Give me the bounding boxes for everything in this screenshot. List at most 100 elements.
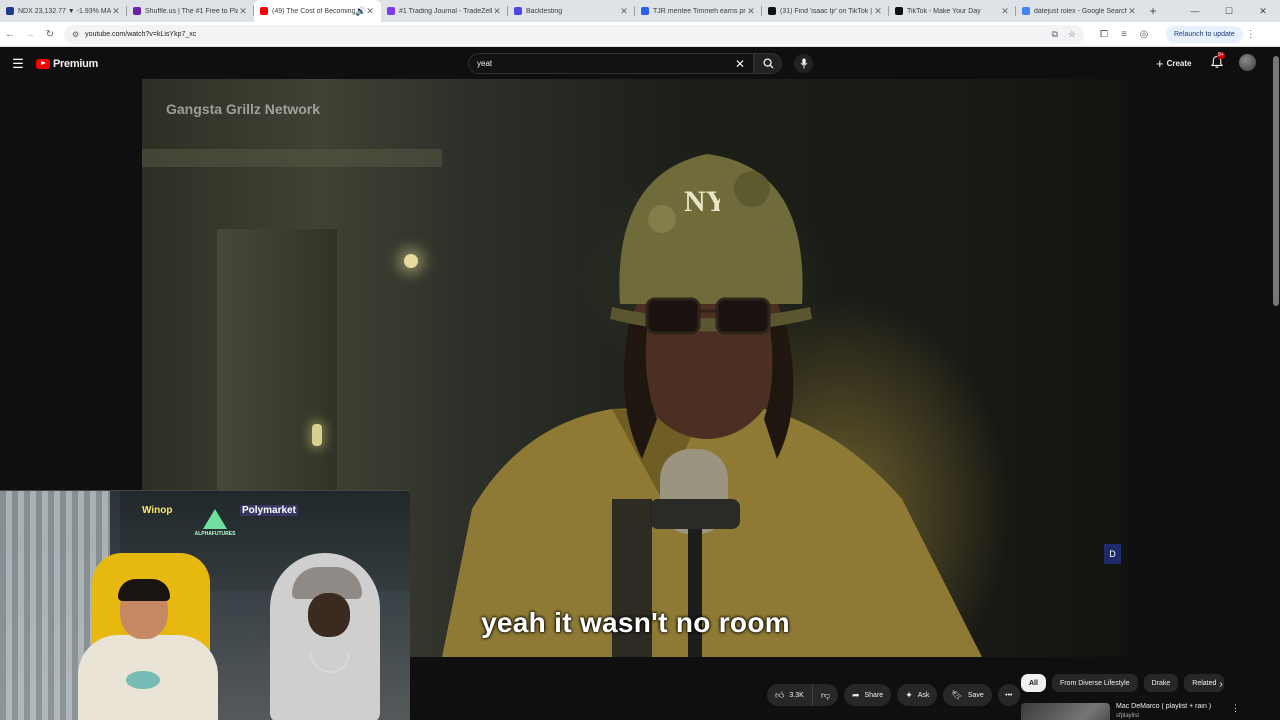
webcam-overlay: Winop ALPHAFUTURES Polymarket [0,490,410,720]
search-button[interactable] [754,53,782,74]
reload-icon[interactable]: ↻ [40,29,60,40]
plus-icon: + [1156,56,1164,71]
chip-drake[interactable]: Drake [1143,674,1179,692]
tab-close-icon[interactable]: ✕ [1127,6,1137,17]
tab-title: NDX 23,132.77 ▼ -1.93% MAC [18,7,111,15]
create-label: Create [1166,59,1192,68]
guest-person [230,553,410,720]
save-button[interactable]: 🔖︎ Save [943,684,992,706]
extensions-icon[interactable]: ⧠ [1094,29,1114,40]
microphone-icon [800,58,807,69]
tab-close-icon[interactable]: ✕ [492,6,502,17]
browser-tab[interactable]: TikTok - Make Your Day ✕ [889,0,1016,22]
youtube-play-icon [36,58,50,69]
more-actions-button[interactable]: ••• [997,684,1020,706]
maximize-icon[interactable]: ☐ [1212,6,1246,17]
related-filter-chips: All From Diverse Lifestyle Drake Related [1021,674,1233,694]
browser-tab[interactable]: #1 Trading Journal - TradeZella ✕ [381,0,508,22]
forward-icon[interactable]: → [20,29,40,40]
bookmark-star-icon[interactable]: ☆ [1068,29,1076,40]
ask-button[interactable]: ✦ Ask [897,684,938,706]
tab-title: TikTok - Make Your Day [907,7,981,15]
scrollbar-thumb[interactable] [1273,56,1279,306]
profile-icon[interactable]: ◎ [1134,29,1154,40]
tab-close-icon[interactable]: ✕ [619,6,629,17]
relaunch-button[interactable]: Relaunch to update [1166,25,1243,43]
install-app-icon[interactable]: ⧉ [1051,29,1057,40]
tab-favicon-icon [641,7,649,15]
notification-badge: 9+ [1217,52,1225,59]
browser-tab[interactable]: Shuffle.us | The #1 Free to Play ✕ [127,0,254,22]
page-scrollbar[interactable] [1272,48,1280,720]
tab-close-icon[interactable]: ✕ [746,6,756,17]
youtube-logo[interactable]: Premium [36,58,98,70]
tab-close-icon[interactable]: ✕ [873,6,883,17]
browser-toolbar: ← → ↻ ⚙ youtube.com/watch?v=kLisYkp7_xc … [0,22,1280,47]
tab-favicon-icon [768,7,776,15]
brand-label: Premium [53,57,98,70]
tab-close-icon[interactable]: ✕ [365,6,375,17]
tab-title: (31) Find 'isaac tjr' on TikTok | Ti [780,7,873,15]
media-controls-icon[interactable]: ≡ [1114,29,1134,40]
tab-title: #1 Trading Journal - TradeZella [399,7,492,15]
voice-search-button[interactable] [794,54,813,73]
create-button[interactable]: + Create [1152,54,1196,73]
clear-search-icon[interactable]: ✕ [735,57,745,71]
tab-title: Shuffle.us | The #1 Free to Play [145,7,238,15]
tab-favicon-icon [387,7,395,15]
svg-text:NY: NY [684,185,720,217]
url-text[interactable]: youtube.com/watch?v=kLisYkp7_xc [85,31,196,38]
video-actions: 👍︎ 3.3K 👎︎ ➦ Share ✦ Ask 🔖︎ Save ••• [767,684,1020,706]
youtube-masthead: ☰ Premium ✕ + Create 9+ [0,48,1272,79]
minimize-icon[interactable]: — [1178,6,1212,17]
share-icon: ➦ [851,689,860,700]
search-input[interactable] [477,59,735,68]
sponsor-logo: Polymarket [240,505,298,516]
channel-branding-icon[interactable]: D [1104,544,1121,564]
new-tab-button[interactable]: + [1143,4,1163,18]
streamer-person [68,579,218,720]
chevron-right-icon[interactable]: › [1213,676,1229,692]
account-avatar[interactable] [1239,54,1256,71]
browser-tab-active[interactable]: (49) The Cost of Becoming 🔊 ✕ [254,0,381,22]
chip-all[interactable]: All [1021,674,1046,692]
recommendation-meta: Mac DeMarco ( playlist + rain ) sfplayli… [1116,703,1231,720]
like-button[interactable]: 👍︎ 3.3K [767,684,813,706]
dislike-button[interactable]: 👎︎ [812,684,838,706]
more-vert-icon[interactable]: ⋮ [1231,703,1241,720]
channel-watermark: Gangsta Grillz Network [166,101,321,117]
browser-tab[interactable]: datejust rolex - Google Search ✕ [1016,0,1143,22]
recommendation-channel[interactable]: sfplaylist [1116,713,1231,719]
tab-favicon-icon [133,7,141,15]
bookmark-icon: 🔖︎ [951,689,963,700]
browser-menu-icon[interactable]: ⋮ [1243,29,1259,40]
tab-audio-icon[interactable]: 🔊 [355,6,366,17]
address-bar[interactable]: ⚙ youtube.com/watch?v=kLisYkp7_xc ⧉ ☆ [64,24,1084,44]
tab-favicon-icon [514,7,522,15]
recommendation-title[interactable]: Mac DeMarco ( playlist + rain ) [1116,703,1231,710]
tab-close-icon[interactable]: ✕ [1000,6,1010,17]
browser-tab[interactable]: NDX 23,132.77 ▼ -1.93% MAC ✕ [0,0,127,22]
tab-close-icon[interactable]: ✕ [238,6,248,17]
share-button[interactable]: ➦ Share [843,684,892,706]
tab-favicon-icon [6,7,14,15]
chip-from-channel[interactable]: From Diverse Lifestyle [1051,674,1138,692]
site-info-icon[interactable]: ⚙ [72,30,79,39]
video-thumbnail[interactable] [1021,703,1110,720]
close-window-icon[interactable]: ✕ [1246,6,1280,17]
more-icon: ••• [1005,691,1013,699]
back-icon[interactable]: ← [0,29,20,40]
search-box[interactable]: ✕ [468,53,754,74]
tab-title: (49) The Cost of Becoming [272,7,355,15]
guide-menu-icon[interactable]: ☰ [0,56,36,72]
tab-favicon-icon [260,7,268,15]
recommendation-item[interactable]: Mac DeMarco ( playlist + rain ) sfplayli… [1021,703,1241,720]
notifications-button[interactable]: 9+ [1210,52,1226,71]
like-count: 3.3K [789,691,804,699]
tab-close-icon[interactable]: ✕ [111,6,121,17]
browser-tab[interactable]: TJR mentee Timmeh earns prop ✕ [635,0,762,22]
share-label: Share [864,691,884,699]
sparkle-icon: ✦ [905,689,913,700]
browser-tab[interactable]: Backtesting ✕ [508,0,635,22]
browser-tab[interactable]: (31) Find 'isaac tjr' on TikTok | Ti ✕ [762,0,889,22]
